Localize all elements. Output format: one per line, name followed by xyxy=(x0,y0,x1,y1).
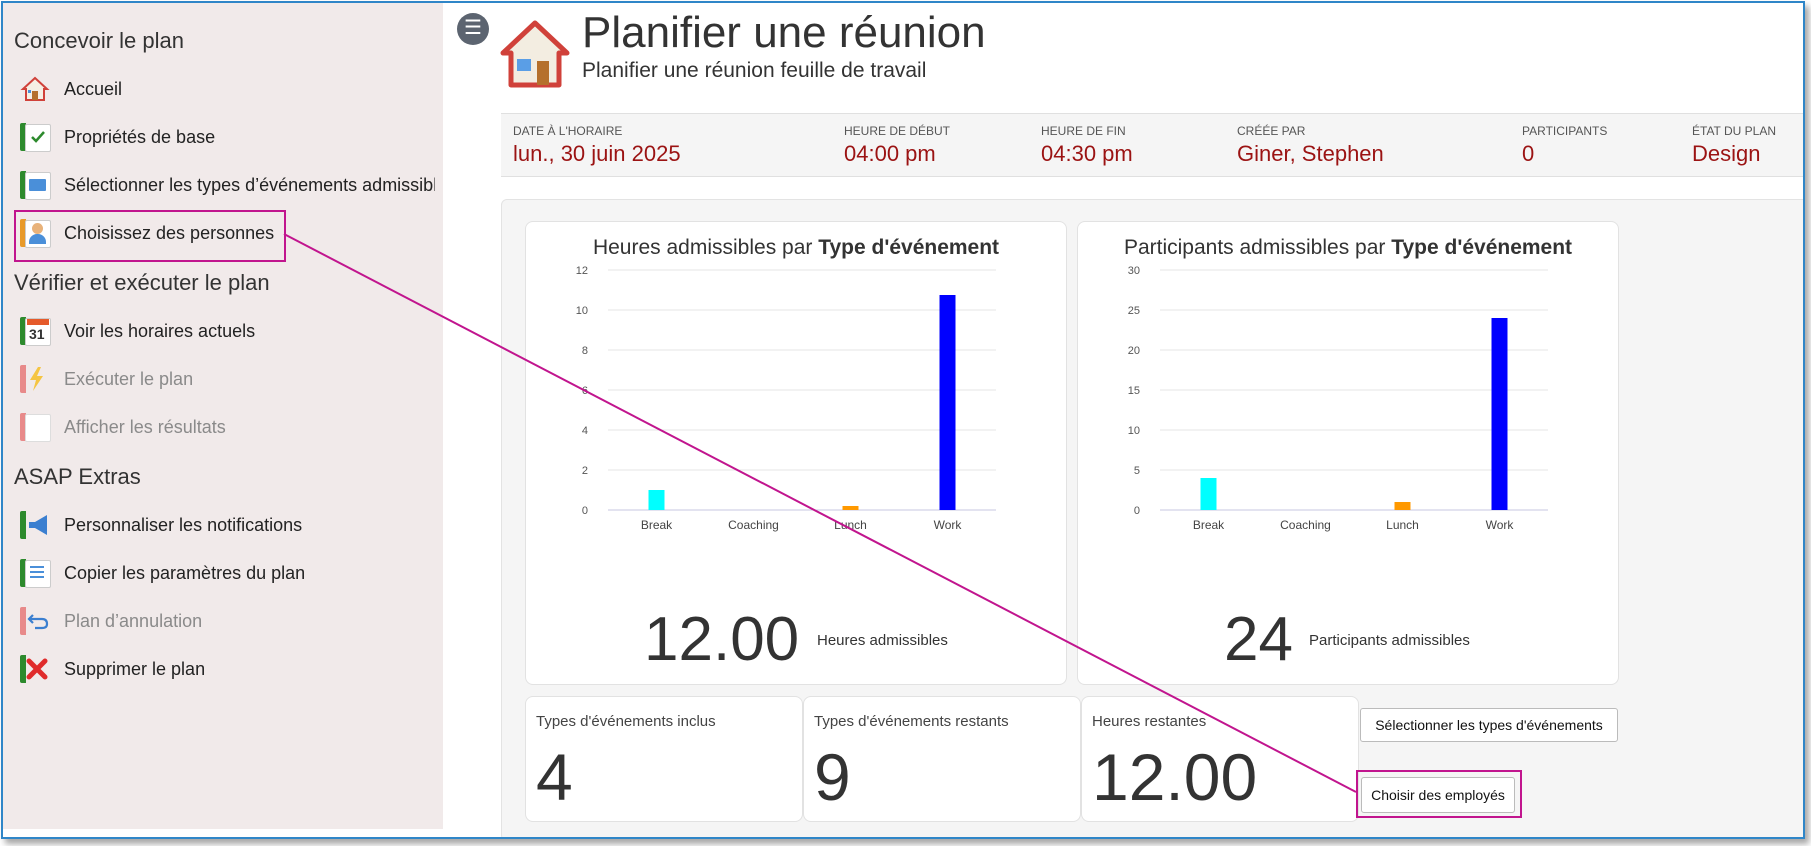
callout-arrow xyxy=(283,233,1357,793)
app-window: Concevoir le plan Accueil Propriétés de … xyxy=(1,1,1805,839)
